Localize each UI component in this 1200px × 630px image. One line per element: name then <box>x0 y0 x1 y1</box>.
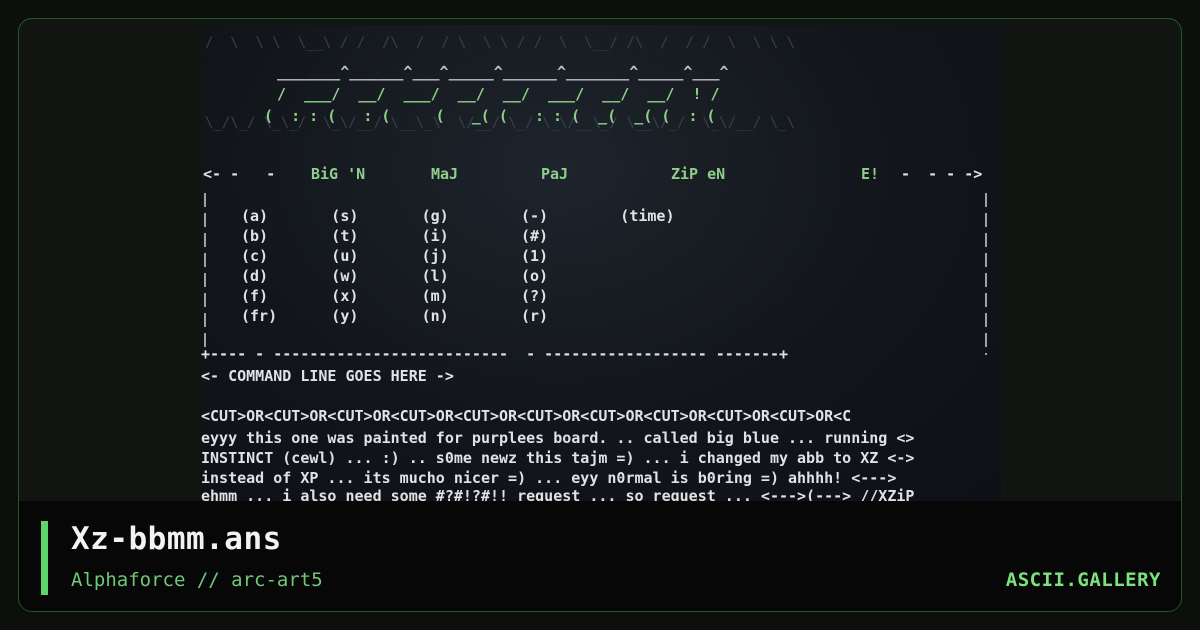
ansi-logo-line: ( : : ( : ( ( _( ( : : ( _( _( ( : ( <box>255 107 716 125</box>
ansi-bg-texture: / \ \ \ \__\ / / /\ / / \ \ \ / / \ \__/… <box>205 35 795 51</box>
ansi-artwork-preview[interactable]: / \ \ \ \__\ / / /\ / / \ \ \ / / \ \__/… <box>201 25 1001 501</box>
ansi-menu-row: (f) (x) (m) (?) <box>241 287 548 305</box>
artwork-title[interactable]: Xz-bbmm.ans <box>71 521 282 557</box>
card-footer: Xz-bbmm.ans Alphaforce // arc-art5 ASCII… <box>19 501 1181 611</box>
ansi-header-maj: MaJ <box>431 165 458 183</box>
ansi-border-bottom: +---- - -------------------------- - ---… <box>201 345 788 363</box>
ansi-text-line: INSTINCT (cewl) ... :) .. s0me newz this… <box>201 449 914 467</box>
ansi-logo-line: / ___/ __/ ___/ __/ __/ ___/ __/ __/ ! / <box>259 85 720 103</box>
ansi-logo-line: _______^______^___^_____^______^_______^… <box>277 63 729 81</box>
artwork-subtitle[interactable]: Alphaforce // arc-art5 <box>71 569 323 591</box>
accent-bar <box>41 521 48 595</box>
ansi-text-line: eyyy this one was painted for purplees b… <box>201 429 914 447</box>
ansi-command-line: <- COMMAND LINE GOES HERE -> <box>201 367 454 385</box>
ansi-header-zip: ZiP eN <box>671 165 725 183</box>
ansi-menu-row: (b) (t) (i) (#) <box>241 227 548 245</box>
ansi-header-paj: PaJ <box>541 165 568 183</box>
ansi-header-bigm: BiG 'N <box>311 165 365 183</box>
ansi-header-e: E! <box>861 165 879 183</box>
ansi-menu-row: (a) (s) (g) (-) (time) <box>241 207 674 225</box>
ansi-text-line: ehmm ,,. i also need some #?#!?#!! reque… <box>201 487 914 501</box>
ansi-artwork: / \ \ \ \__\ / / /\ / / \ \ \ / / \ \__/… <box>201 35 987 501</box>
ansi-menu-row: (fr) (y) (n) (r) <box>241 307 548 325</box>
gallery-card: / \ \ \ \__\ / / /\ / / \ \ \ / / \ \__/… <box>18 18 1182 612</box>
ansi-cut-line: <CUT>OR<CUT>OR<CUT>OR<CUT>OR<CUT>OR<CUT>… <box>201 407 851 425</box>
site-brand[interactable]: ASCII.GALLERY <box>1006 569 1161 591</box>
ansi-text-line: instead of XP ... its mucho nicer =) ...… <box>201 469 896 487</box>
ansi-menu-row: (c) (u) (j) (1) <box>241 247 548 265</box>
ansi-menu-row: (d) (w) (l) (o) <box>241 267 548 285</box>
ansi-header-arrow-right: - - - -> <box>901 165 982 183</box>
ansi-header-arrow-left: <- - - <box>203 165 275 183</box>
